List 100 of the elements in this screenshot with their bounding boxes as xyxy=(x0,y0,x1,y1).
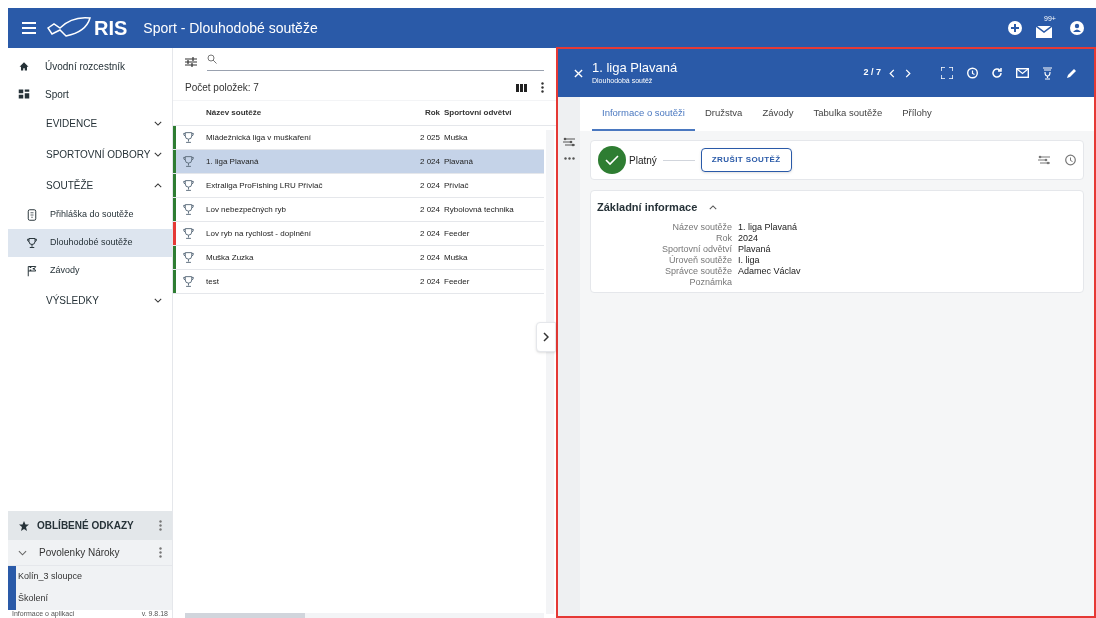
chevron-icon xyxy=(154,152,162,157)
table-row[interactable]: Lov nebezpečných ryb 2 024 Rybolovná technika xyxy=(173,198,544,222)
sidebar-group[interactable]: VÝSLEDKY xyxy=(8,285,172,316)
chevron-icon xyxy=(154,183,162,188)
refresh-icon[interactable] xyxy=(991,67,1003,79)
scrollbar[interactable] xyxy=(546,130,554,614)
flag-icon xyxy=(26,265,38,277)
column-header[interactable]: Sportovní odvětví xyxy=(444,107,512,119)
chevron-icon[interactable] xyxy=(709,204,718,210)
field-label: Poznámka xyxy=(688,276,732,288)
table-row[interactable]: Extraliga ProFishing LRU Přívlač 2 024 Přívlač xyxy=(173,174,544,198)
selection-bar xyxy=(8,566,16,610)
column-header[interactable]: Název soutěže xyxy=(206,107,416,119)
table-cell-text: 2 024 xyxy=(418,179,440,192)
trophy-icon xyxy=(182,251,195,264)
table-row[interactable]: Mládežnická liga v muškaření 2 025 Muška xyxy=(173,126,544,150)
tab[interactable]: Závody xyxy=(752,97,804,131)
search-field[interactable] xyxy=(207,52,544,71)
more-icon[interactable] xyxy=(563,157,575,160)
dashboard-icon xyxy=(18,88,30,100)
edit-icon[interactable] xyxy=(1066,67,1078,79)
tab[interactable]: Družstva xyxy=(694,97,753,131)
mail-icon[interactable] xyxy=(1016,68,1029,78)
trophy-icon xyxy=(182,179,195,192)
sidebar-item[interactable]: Přihláška do soutěže xyxy=(8,201,172,229)
scrollbar[interactable] xyxy=(185,613,544,618)
column-header[interactable]: Rok xyxy=(416,107,440,119)
history-icon[interactable] xyxy=(1064,154,1076,166)
section-title: Základní informace xyxy=(597,200,698,215)
table-cell: Feeder xyxy=(444,227,470,240)
chevron-right-icon[interactable] xyxy=(905,68,911,78)
table-cell-text: Mládežnická liga v muškaření xyxy=(206,131,312,144)
sidebar-item[interactable]: Sport xyxy=(8,80,172,108)
workflow-icon[interactable] xyxy=(563,137,575,147)
item-count: Počet položek: 7 xyxy=(185,81,259,95)
table-cell: Plavaná xyxy=(444,155,473,168)
table-cell-text: Muška Zuzka xyxy=(206,251,255,264)
tab[interactable]: Přílohy xyxy=(892,97,942,131)
table-cell: Muška xyxy=(444,251,468,264)
account-icon[interactable] xyxy=(1070,21,1084,35)
sidebar-item[interactable]: Dlouhodobé soutěže xyxy=(8,229,172,257)
workflow-icon[interactable] xyxy=(1038,155,1050,165)
sidebar-item[interactable]: Závody xyxy=(8,257,172,285)
tab[interactable]: Informace o soutěži xyxy=(592,97,695,131)
close-icon[interactable] xyxy=(574,68,583,78)
sidebar-item[interactable]: Úvodní rozcestník xyxy=(8,52,172,80)
fish-logo-icon xyxy=(46,16,92,40)
status-label: Platný xyxy=(629,153,657,168)
page-title: Sport - Dlouhodobé soutěže xyxy=(143,18,318,38)
check-circle-icon xyxy=(598,146,626,174)
field-label: Sportovní odvětví xyxy=(660,243,732,254)
table-cell-text: Extraliga ProFishing LRU Přívlač xyxy=(206,179,324,192)
trophy-icon xyxy=(182,203,195,216)
expand-panel-button[interactable] xyxy=(536,322,556,352)
favorites-title: OBLÍBENÉ ODKAZY xyxy=(37,518,134,533)
table-row[interactable]: Lov ryb na rychlost - doplnění 2 024 Feeder xyxy=(173,222,544,246)
field-value: 2024 xyxy=(738,232,759,244)
mail-icon[interactable] xyxy=(1036,26,1052,38)
columns-icon[interactable] xyxy=(516,83,527,92)
table-cell-text: 1. liga Plavaná xyxy=(206,155,260,168)
field-label: Správce soutěže xyxy=(663,265,732,277)
home-icon xyxy=(18,60,30,72)
form-icon xyxy=(26,209,38,221)
field-value: Adamec Václav xyxy=(738,265,801,277)
favorites-folder[interactable]: Povolenky Nároky xyxy=(8,540,172,566)
chevron-icon xyxy=(154,298,162,303)
field-label: Rok xyxy=(715,232,732,244)
tab[interactable]: Tabulka soutěže xyxy=(803,97,893,131)
field-value: Plavaná xyxy=(738,243,771,255)
sidebar-group[interactable]: SOUTĚŽE xyxy=(8,170,172,201)
table-cell-text: test xyxy=(206,275,220,288)
fullscreen-icon[interactable] xyxy=(941,67,953,79)
detail-title: 1. liga Plavaná xyxy=(592,59,678,76)
table-cell-text: 2 024 xyxy=(418,227,440,240)
table-row[interactable]: test 2 024 Feeder xyxy=(173,270,544,294)
menu-icon[interactable] xyxy=(22,22,36,34)
table-cell-text: 2 024 xyxy=(418,155,440,168)
app-logo: RIS xyxy=(94,16,128,41)
chevron-right-icon xyxy=(543,332,549,342)
sidebar-group[interactable]: SPORTOVNÍ ODBORY xyxy=(8,139,172,170)
sidebar-group[interactable]: EVIDENCE xyxy=(8,108,172,139)
table-row[interactable]: Muška Zuzka 2 024 Muška xyxy=(173,246,544,270)
trophy-icon xyxy=(182,131,195,144)
filter-icon[interactable] xyxy=(185,56,197,67)
add-icon[interactable] xyxy=(1008,21,1022,35)
trophy-icon xyxy=(26,237,38,249)
table-cell-text: 2 024 xyxy=(418,203,440,216)
favorite-link[interactable]: Školení xyxy=(16,588,83,610)
table-cell: Přívlač xyxy=(444,179,469,192)
table-row[interactable]: 1. liga Plavaná 2 024 Plavaná xyxy=(173,150,544,174)
table-cell-text: Lov nebezpečných ryb xyxy=(206,203,288,216)
cancel-competition-button[interactable]: ZRUŠIT SOUTĚŽ xyxy=(700,148,792,172)
more-icon[interactable] xyxy=(541,82,544,93)
pager: 2 / 7 xyxy=(863,66,881,80)
favorite-link[interactable]: Kolín_3 sloupce xyxy=(16,566,83,588)
trophy-icon[interactable] xyxy=(1042,66,1053,80)
field-value: I. liga xyxy=(738,254,760,266)
field-label: Úroveň soutěže xyxy=(668,254,732,266)
table-cell: Feeder xyxy=(444,275,470,288)
chevron-left-icon[interactable] xyxy=(889,68,895,78)
